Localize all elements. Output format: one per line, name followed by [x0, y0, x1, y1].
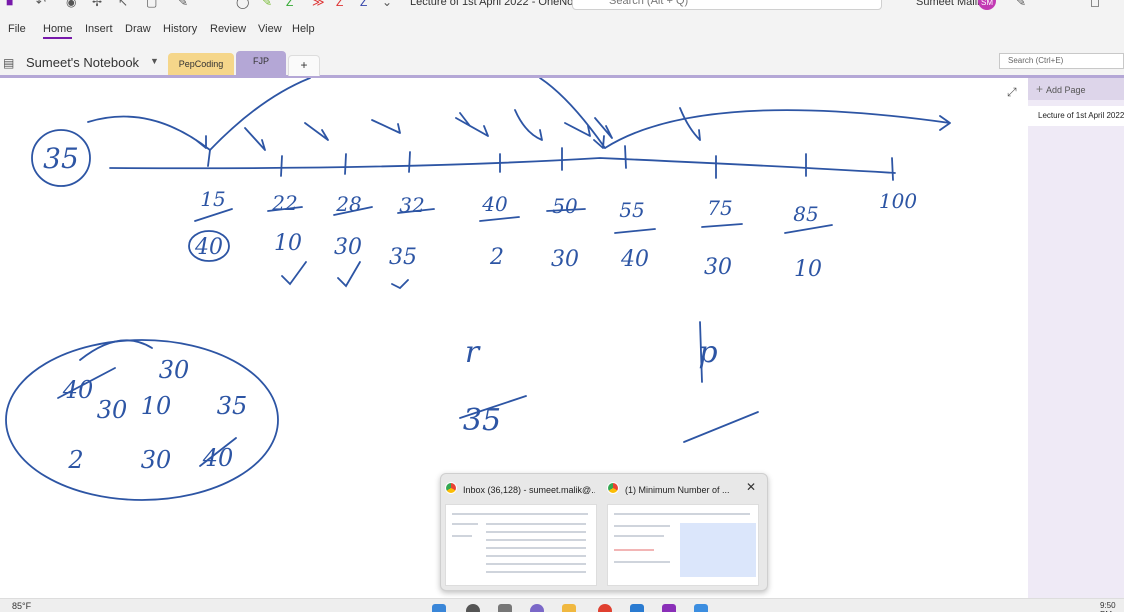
second-row-value: 30 — [704, 255, 732, 280]
second-row-value: 35 — [389, 245, 417, 270]
mid-label: r — [465, 335, 481, 370]
customize-chevron-icon[interactable]: ⌄ — [382, 0, 392, 9]
second-row-value: 10 — [274, 231, 302, 256]
thumbnail-title-text: (1) Minimum Number of ... — [625, 485, 730, 495]
menu-review[interactable]: Review — [210, 23, 246, 35]
axis-value: 22 — [271, 191, 297, 215]
second-row-value: 30 — [334, 235, 362, 260]
mid-label: 35 — [463, 403, 501, 438]
pen-icon[interactable]: ✎ — [178, 0, 188, 9]
axis-value: 50 — [552, 194, 578, 218]
menu-insert[interactable]: Insert — [85, 23, 113, 35]
number-line — [109, 157, 896, 174]
chevron-down-icon[interactable]: ▼ — [150, 56, 159, 66]
thumbnail-preview — [445, 504, 597, 586]
cluster-value: 35 — [217, 392, 248, 420]
second-row-value: 30 — [551, 247, 579, 272]
axis-value: 15 — [200, 187, 225, 211]
menu-bar: File Home Insert Draw History Review Vie… — [0, 12, 1124, 48]
chrome-icon — [445, 482, 457, 494]
mid-label: p — [698, 335, 717, 370]
restore-icon[interactable]: ◻ — [1090, 0, 1100, 9]
menu-file[interactable]: File — [8, 23, 26, 35]
clock[interactable]: 9:50 PM — [1100, 601, 1124, 612]
notebook-search-input[interactable]: Search (Ctrl+E) — [999, 53, 1124, 69]
axis-value: 85 — [793, 202, 818, 226]
page-item[interactable]: Lecture of 1st April 2022 — [1028, 106, 1124, 126]
chrome-icon — [607, 482, 619, 494]
thumbnail-leetcode[interactable]: (1) Minimum Number of ... — [607, 478, 759, 586]
tab-fjp[interactable]: FJP — [236, 51, 286, 75]
eraser-icon[interactable]: ◯ — [236, 0, 249, 9]
camera-icon[interactable]: ◉ — [66, 0, 76, 9]
axis-value: 55 — [619, 198, 644, 222]
expand-icon[interactable]: ⤢ — [1007, 85, 1017, 100]
cluster-value: 40 — [202, 444, 234, 472]
close-icon[interactable]: ✕ — [746, 480, 756, 494]
select-icon[interactable]: ↖ — [118, 0, 128, 9]
add-page-button[interactable]: + Add Page — [1028, 78, 1124, 100]
red-pen-icon[interactable]: Z — [336, 0, 343, 9]
menu-home[interactable]: Home — [43, 23, 73, 39]
title-bar: ■ ↶ ◉ ✢ ↖ ▢ ✎ ◯ ✎ Z ≫ Z Z ⌄ Lecture of 1… — [0, 0, 1124, 12]
plus-icon: + — [1036, 82, 1044, 96]
second-row-value: 2 — [489, 245, 504, 270]
second-row-value: 40 — [194, 235, 223, 260]
shape-icon[interactable]: ▢ — [146, 0, 157, 9]
notebook-bar: ▤ Sumeet's Notebook ▼ PepCoding FJP + Se… — [0, 48, 1124, 78]
axis-value: 100 — [879, 189, 917, 213]
menu-draw[interactable]: Draw — [125, 23, 151, 35]
add-page-label: Add Page — [1046, 85, 1086, 95]
thumbnail-inbox[interactable]: Inbox (36,128) - sumeet.malik@... — [445, 478, 597, 586]
thumbnail-title: (1) Minimum Number of ... — [607, 482, 757, 496]
axis-value: 32 — [399, 193, 424, 217]
menu-history[interactable]: History — [163, 23, 197, 35]
global-search-input[interactable]: Search (Alt + Q) — [572, 0, 882, 10]
red-arrow-icon[interactable]: ≫ — [312, 0, 325, 9]
cluster-value: 30 — [141, 446, 172, 474]
highlighter-icon[interactable]: ✎ — [262, 0, 272, 9]
second-row-value: 40 — [620, 247, 649, 272]
document-title: Lecture of 1st April 2022 - OneNote — [410, 0, 583, 8]
cluster-value: 40 — [62, 376, 94, 404]
circled-number: 35 — [43, 142, 79, 175]
lasso-icon[interactable]: ✢ — [92, 0, 102, 9]
thumbnail-title: Inbox (36,128) - sumeet.malik@... — [445, 482, 595, 496]
tab-pepcoding[interactable]: PepCoding — [168, 53, 234, 75]
notebook-name[interactable]: Sumeet's Notebook — [26, 55, 139, 70]
thumbnail-title-text: Inbox (36,128) - sumeet.malik@... — [463, 485, 595, 495]
onenote-logo-icon: ■ — [6, 0, 14, 9]
thumbnail-preview — [607, 504, 759, 586]
menu-view[interactable]: View — [258, 23, 282, 35]
green-pen-icon[interactable]: Z — [286, 0, 293, 9]
second-row-value: 10 — [794, 257, 822, 282]
undo-icon[interactable]: ↶ — [36, 0, 46, 9]
user-name: Sumeet Malik — [916, 0, 983, 8]
cluster-value: 10 — [141, 392, 172, 420]
cluster-value: 30 — [159, 356, 190, 384]
blue-pen-icon[interactable]: Z — [360, 0, 367, 9]
menu-help[interactable]: Help — [292, 23, 315, 35]
avatar[interactable]: SM — [978, 0, 996, 10]
cluster-value: 2 — [67, 446, 83, 474]
weather-status[interactable]: 85°F — [12, 601, 31, 611]
cluster-value: 30 — [97, 396, 128, 424]
page-list-panel: + Add Page Lecture of 1st April 2022 — [1028, 78, 1124, 598]
pen-settings-icon[interactable]: ✎ — [1016, 0, 1026, 9]
notebook-icon: ▤ — [3, 56, 15, 70]
taskbar-thumbnail-popup: Inbox (36,128) - sumeet.malik@... (1) Mi… — [440, 473, 768, 591]
axis-value: 75 — [707, 196, 732, 220]
taskbar: 85°F 9:50 PM — [0, 598, 1124, 612]
add-section-button[interactable]: + — [288, 55, 320, 76]
axis-value: 28 — [335, 192, 361, 216]
axis-value: 40 — [481, 192, 508, 216]
